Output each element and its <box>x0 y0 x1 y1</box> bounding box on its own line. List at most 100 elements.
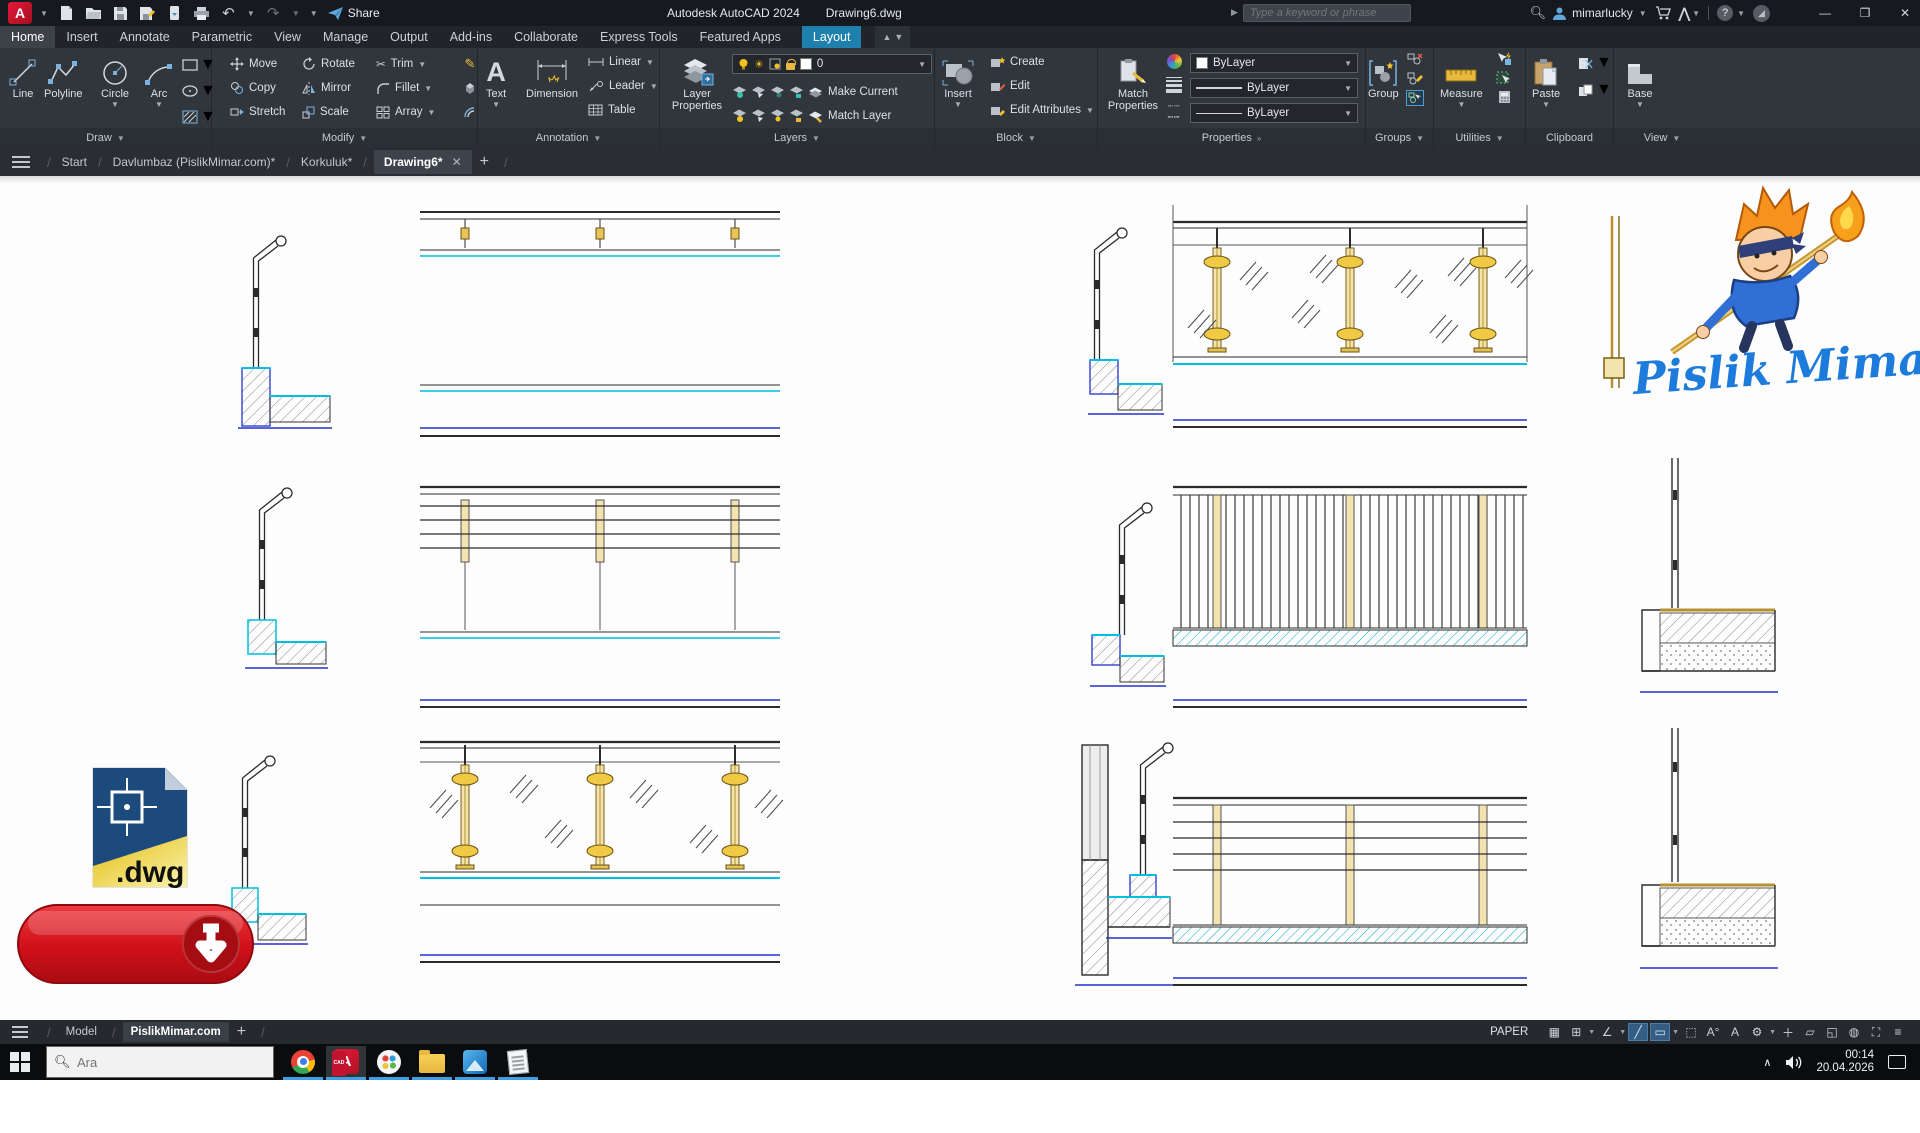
panel-label-properties[interactable]: Properties» <box>1098 128 1366 148</box>
undo-icon[interactable]: ↶ <box>220 5 237 22</box>
create-block-button[interactable]: Create <box>990 50 1094 74</box>
layer-select-dropdown[interactable]: ☀ 0 ▼ <box>732 54 932 74</box>
polyline-button[interactable]: Polyline <box>44 52 83 100</box>
undo-caret-icon[interactable]: ▼ <box>247 9 255 18</box>
arc-button[interactable]: Arc▼ <box>144 52 174 110</box>
download-label[interactable]: DOWNLOAD <box>38 1102 178 1133</box>
autodesk-caret-icon[interactable]: ▼ <box>1692 9 1700 18</box>
match-properties-button[interactable]: Match Properties <box>1103 52 1163 112</box>
group-button[interactable]: Group <box>1368 52 1399 100</box>
tab-view[interactable]: View <box>263 26 312 48</box>
polar-tracking-icon[interactable]: ∠ <box>1597 1023 1617 1041</box>
copy-clip-icon[interactable]: ▼ <box>1578 81 1612 99</box>
panel-label-utilities[interactable]: Utilities▼ <box>1434 128 1526 148</box>
redo-caret-icon[interactable]: ▼ <box>292 9 300 18</box>
new-file-icon[interactable] <box>58 5 75 22</box>
annotation-monitor-icon[interactable]: ＋ <box>1778 1023 1798 1041</box>
paste-button[interactable]: Paste▼ <box>1532 52 1560 110</box>
file-tab-korkuluk[interactable]: Korkuluk* <box>297 150 356 174</box>
save-icon[interactable] <box>112 5 129 22</box>
tab-home[interactable]: Home <box>0 26 55 48</box>
panel-label-groups[interactable]: Groups▼ <box>1366 128 1434 148</box>
start-button[interactable] <box>10 1052 30 1077</box>
drawing-canvas[interactable]: Pislik Mimar <box>0 176 1920 1020</box>
text-button[interactable]: A Text▼ <box>486 52 506 110</box>
layer-lock-icon[interactable] <box>786 63 795 70</box>
panel-label-clipboard[interactable]: Clipboard <box>1526 128 1614 148</box>
open-from-web-icon[interactable] <box>166 5 183 22</box>
table-button[interactable]: Table <box>588 98 658 122</box>
measure-button[interactable]: Measure▼ <box>1440 52 1483 110</box>
rectangle-tool-icon[interactable]: ▼ <box>182 56 216 74</box>
leader-button[interactable]: Leader▼ <box>588 74 658 98</box>
user-avatar-icon[interactable] <box>1552 6 1567 21</box>
match-layer-button[interactable]: Match Layer <box>808 104 891 128</box>
snap-toggle-icon[interactable]: ⊞ <box>1566 1023 1586 1041</box>
quick-calc-icon[interactable] <box>1496 90 1512 104</box>
panel-label-layers[interactable]: Layers▼ <box>660 128 935 148</box>
panel-label-annotation[interactable]: Annotation▼ <box>478 128 660 148</box>
ellipse-tool-icon[interactable]: ▼ <box>182 82 216 100</box>
edit-block-button[interactable]: Edit <box>990 74 1094 98</box>
tray-chevron-icon[interactable]: ∧ <box>1763 1056 1771 1069</box>
select-similar-icon[interactable] <box>1496 71 1512 85</box>
tab-addins[interactable]: Add-ins <box>439 26 503 48</box>
panel-label-block[interactable]: Block▼ <box>935 128 1098 148</box>
annotation-scale-icon[interactable]: A <box>1725 1023 1745 1041</box>
layout-menu-icon[interactable] <box>12 1026 28 1038</box>
layer-thaw-all-icon[interactable] <box>751 109 766 123</box>
ortho-toggle-icon[interactable]: ╱ <box>1628 1023 1648 1041</box>
quick-select-icon[interactable] <box>1496 52 1512 66</box>
layer-dropdown-caret-icon[interactable]: ▼ <box>918 60 926 69</box>
tab-manage[interactable]: Manage <box>312 26 379 48</box>
close-tab-icon[interactable]: ✕ <box>452 155 462 169</box>
chrome-app-icon[interactable] <box>283 1046 323 1077</box>
layer-isolate-icon[interactable] <box>732 85 747 99</box>
mirror-button[interactable]: Mirror <box>302 76 376 100</box>
restore-button[interactable]: ❐ <box>1850 6 1880 20</box>
layer-vp-freeze-icon[interactable] <box>769 58 781 70</box>
group-selection-toggle-icon[interactable] <box>1406 90 1424 106</box>
taskbar-search-input[interactable] <box>46 1046 274 1078</box>
app-menu-caret-icon[interactable]: ▼ <box>40 9 48 18</box>
layer-unlock-icon[interactable] <box>789 109 804 123</box>
volume-icon[interactable] <box>1785 1055 1802 1070</box>
tab-output[interactable]: Output <box>379 26 439 48</box>
model-tab[interactable]: Model <box>58 1022 105 1042</box>
user-menu-caret-icon[interactable]: ▼ <box>1639 9 1647 18</box>
tab-express-tools[interactable]: Express Tools <box>589 26 689 48</box>
copy-button[interactable]: Copy <box>230 76 302 100</box>
layer-freeze-icon[interactable] <box>751 85 766 99</box>
workspace-gear-icon[interactable]: ⚙ <box>1747 1023 1767 1041</box>
erase-icon[interactable]: ✎ <box>460 56 480 72</box>
help-search-input[interactable] <box>1243 4 1411 22</box>
customization-menu-icon[interactable]: ≡ <box>1888 1023 1908 1041</box>
tab-annotate[interactable]: Annotate <box>109 26 181 48</box>
notification-center-icon[interactable] <box>1888 1055 1906 1069</box>
qat-menu-caret-icon[interactable]: ▼ <box>310 9 318 18</box>
lineweight-dropdown[interactable]: ByLayer ▼ <box>1190 78 1358 98</box>
fillet-button[interactable]: Fillet▼ <box>376 76 460 100</box>
linear-dim-button[interactable]: Linear▼ <box>588 50 658 74</box>
download-button[interactable] <box>18 905 253 983</box>
paper-space-badge[interactable]: PAPER <box>1484 1024 1534 1040</box>
explode-icon[interactable] <box>460 82 480 95</box>
layer-sun-small-icon[interactable] <box>770 109 785 123</box>
dimension-button[interactable]: Dimension <box>526 52 578 100</box>
panel-label-view[interactable]: View▼ <box>1614 128 1710 148</box>
quick-properties-icon[interactable]: ◱ <box>1822 1023 1842 1041</box>
autocad-app-icon[interactable]: A <box>8 2 32 24</box>
ungroup-icon[interactable] <box>1406 52 1424 66</box>
redo-icon[interactable]: ↷ <box>265 5 282 22</box>
photos-app-icon[interactable] <box>455 1046 495 1077</box>
minimize-button[interactable]: — <box>1810 6 1840 20</box>
edit-attributes-button[interactable]: Edit Attributes▼ <box>990 98 1094 122</box>
panel-label-draw[interactable]: Draw▼ <box>0 128 212 148</box>
tab-layout[interactable]: Layout <box>802 26 862 48</box>
layer-lock-small-icon[interactable] <box>789 85 804 99</box>
tab-parametric[interactable]: Parametric <box>181 26 263 48</box>
help-icon[interactable]: ? <box>1717 5 1733 21</box>
lineweight-toggle-icon[interactable]: ▭ <box>1650 1023 1670 1041</box>
clean-screen-icon[interactable]: ⛶ <box>1866 1023 1886 1041</box>
autocad-taskbar-icon[interactable]: ACAD <box>326 1046 366 1077</box>
